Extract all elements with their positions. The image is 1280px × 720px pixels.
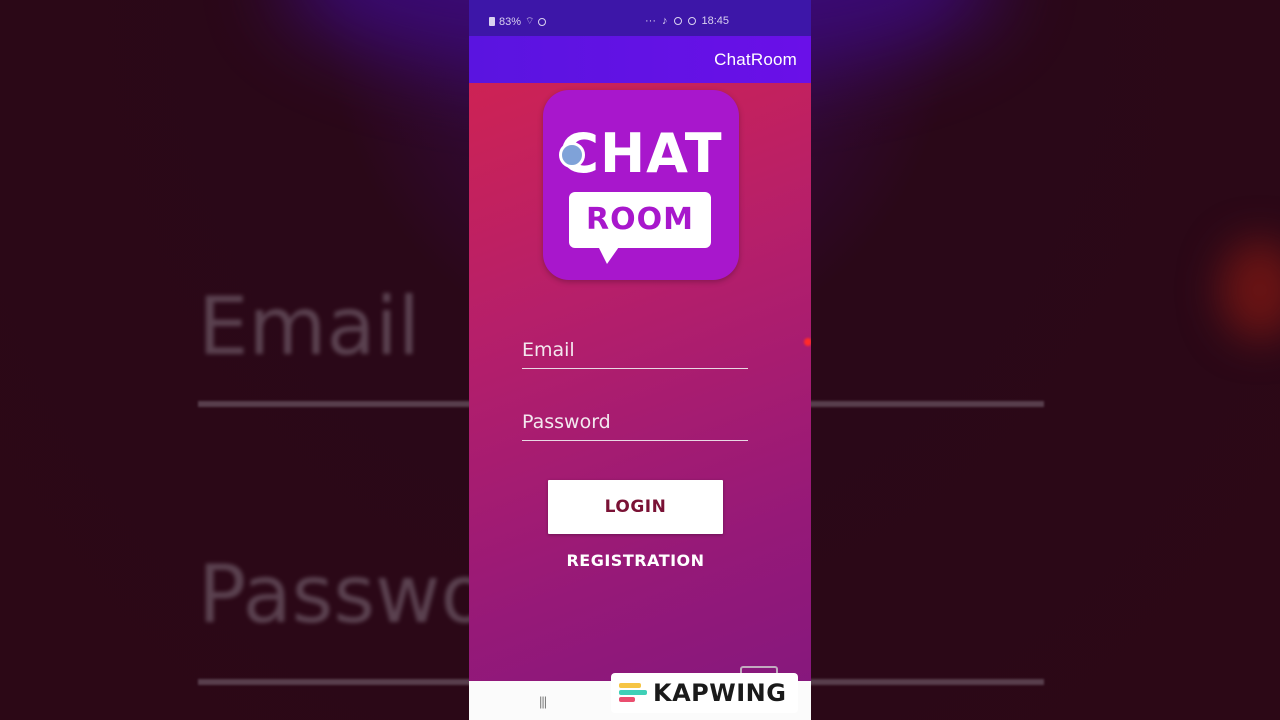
recents-icon[interactable]: ||| bbox=[539, 694, 547, 709]
status-right: ··· ♪ 18:45 bbox=[645, 15, 729, 27]
touch-indicator-icon bbox=[804, 338, 811, 346]
more-icon: ··· bbox=[645, 15, 656, 27]
watermark-text: KAPWING bbox=[653, 679, 787, 707]
background-password-text: Passwo bbox=[198, 548, 490, 641]
notification-icon: ♪ bbox=[662, 15, 668, 27]
password-field-container bbox=[522, 411, 748, 441]
background-email-text: Email bbox=[198, 280, 420, 373]
status-time: 18:45 bbox=[701, 15, 730, 27]
status-bar: 83% ⌔ ··· ♪ 18:45 bbox=[469, 0, 811, 36]
background-red-glow bbox=[1220, 240, 1280, 340]
registration-button[interactable]: REGISTRATION bbox=[548, 547, 723, 573]
battery-icon bbox=[489, 17, 495, 26]
messenger-icon bbox=[687, 17, 696, 25]
password-field[interactable] bbox=[522, 411, 748, 440]
chat-bubble-icon bbox=[559, 142, 585, 168]
kapwing-logo-icon bbox=[619, 683, 647, 703]
email-field[interactable] bbox=[522, 339, 748, 368]
phone-screen: 83% ⌔ ··· ♪ 18:45 ChatRoom CHAT ROOM LOG… bbox=[469, 0, 811, 720]
kapwing-watermark: KAPWING bbox=[611, 673, 798, 713]
chatroom-logo: CHAT ROOM bbox=[543, 90, 739, 280]
app-bar: ChatRoom bbox=[469, 36, 811, 83]
app-title: ChatRoom bbox=[714, 49, 797, 69]
logo-room-text: ROOM bbox=[586, 202, 694, 237]
speech-bubble-tail-icon bbox=[597, 244, 621, 264]
battery-percent: 83% bbox=[499, 15, 522, 28]
status-left: 83% ⌔ bbox=[489, 15, 547, 28]
login-button[interactable]: LOGIN bbox=[548, 480, 723, 534]
wifi-icon: ⌔ bbox=[525, 16, 535, 27]
whatsapp-icon bbox=[673, 17, 682, 25]
alarm-icon bbox=[538, 17, 547, 26]
email-field-container bbox=[522, 339, 748, 369]
